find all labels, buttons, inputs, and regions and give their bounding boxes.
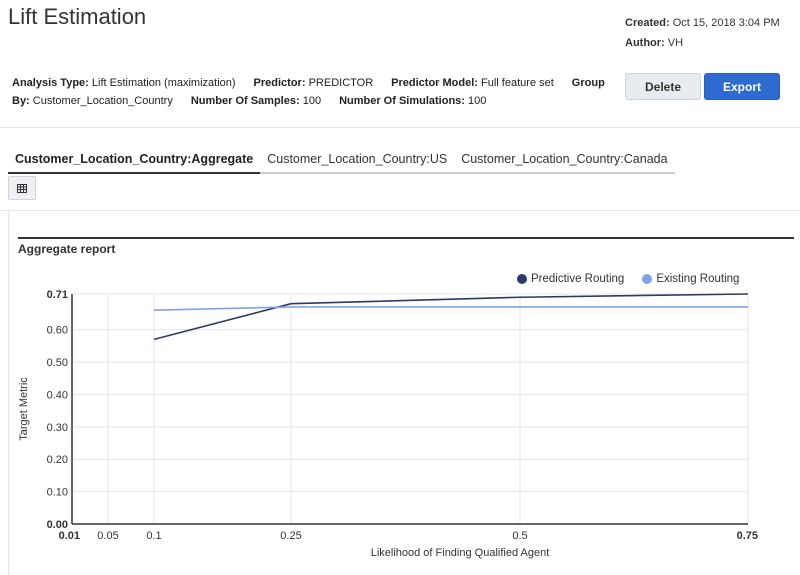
y-tick-label: 0.30: [47, 422, 68, 434]
y-axis-title: Target Metric: [18, 377, 30, 441]
x-tick-label: 0.01: [59, 530, 80, 542]
x-tick-label: 0.25: [280, 530, 301, 542]
y-tick-label: 0.50: [47, 357, 68, 369]
x-tick-label: 0.05: [97, 530, 118, 542]
series-line-existing: [153, 306, 748, 311]
y-tick-label: 0.60: [47, 325, 68, 337]
x-axis-title: Likelihood of Finding Qualified Agent: [371, 547, 550, 559]
y-tick-label: 0.10: [47, 487, 68, 499]
y-tick-label: 0.40: [47, 389, 68, 401]
x-tick-label: 0.75: [737, 530, 758, 542]
x-tick-label: 0.5: [512, 530, 527, 542]
series-line-predictive: [153, 293, 749, 341]
x-tick-label: 0.1: [146, 530, 161, 542]
y-tick-label: 0.20: [47, 454, 68, 466]
y-tick-label: 0.71: [47, 289, 68, 301]
lift-chart: 0.000.100.200.300.400.500.600.710.01 0.05…: [18, 289, 758, 559]
